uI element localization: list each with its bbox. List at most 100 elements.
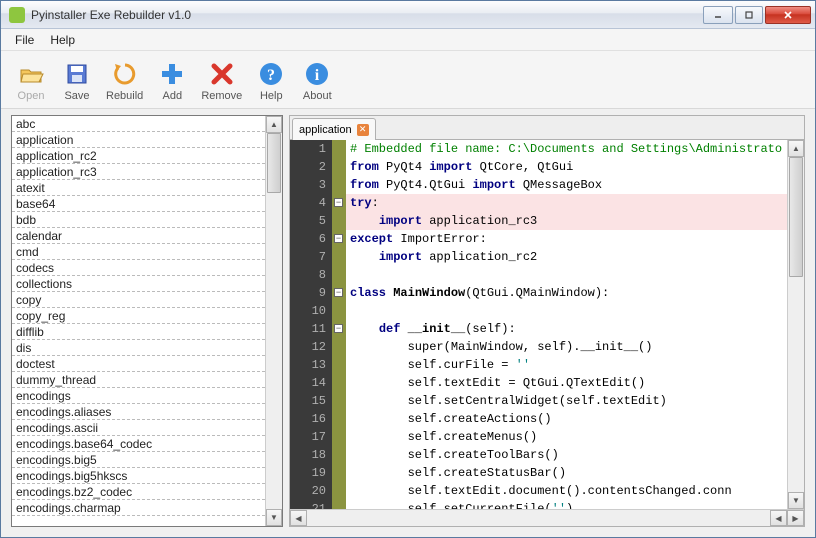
list-item[interactable]: dis <box>12 340 265 356</box>
editor-scroll-left2[interactable]: ◀ <box>770 510 787 526</box>
list-item[interactable]: encodings <box>12 388 265 404</box>
list-item[interactable]: calendar <box>12 228 265 244</box>
editor-scroll-left[interactable]: ◀ <box>290 510 307 526</box>
code-line[interactable]: # Embedded file name: C:\Documents and S… <box>346 140 787 158</box>
editor-scrollbar-h[interactable]: ◀ ◀ ▶ <box>290 509 804 526</box>
open-button: Open <box>9 55 53 105</box>
code-line[interactable]: self.createMenus() <box>346 428 787 446</box>
fold-toggle[interactable]: − <box>334 198 343 207</box>
editor-scroll-right[interactable]: ▶ <box>787 510 804 526</box>
fold-toggle[interactable]: − <box>334 324 343 333</box>
list-item[interactable]: encodings.big5 <box>12 452 265 468</box>
editor-scroll-down[interactable]: ▼ <box>788 492 804 509</box>
list-item[interactable]: application_rc3 <box>12 164 265 180</box>
editor-panel: application ✕ 12345678910111213141516171… <box>289 115 805 527</box>
remove-icon <box>208 60 236 88</box>
code-line[interactable]: class MainWindow(QtGui.QMainWindow): <box>346 284 787 302</box>
remove-button[interactable]: Remove <box>196 55 247 105</box>
svg-text:?: ? <box>267 67 275 84</box>
scroll-down-button[interactable]: ▼ <box>266 509 282 526</box>
close-button[interactable] <box>765 6 811 24</box>
save-icon <box>63 60 91 88</box>
list-item[interactable]: base64 <box>12 196 265 212</box>
module-list-body: abcapplicationapplication_rc2application… <box>12 116 282 526</box>
list-item[interactable]: encodings.ascii <box>12 420 265 436</box>
list-item[interactable]: difflib <box>12 324 265 340</box>
code-line[interactable] <box>346 266 787 284</box>
code-line[interactable]: self.setCurrentFile('') <box>346 500 787 509</box>
minimize-button[interactable] <box>703 6 733 24</box>
code-line[interactable]: except ImportError: <box>346 230 787 248</box>
open-label: Open <box>18 90 45 102</box>
code-line[interactable]: from PyQt4 import QtCore, QtGui <box>346 158 787 176</box>
fold-toggle[interactable]: − <box>334 288 343 297</box>
list-item[interactable]: application_rc2 <box>12 148 265 164</box>
code-line[interactable]: self.textEdit.document().contentsChanged… <box>346 482 787 500</box>
code-line[interactable]: self.curFile = '' <box>346 356 787 374</box>
code-line[interactable]: def __init__(self): <box>346 320 787 338</box>
scroll-thumb[interactable] <box>267 133 281 193</box>
fold-toggle[interactable]: − <box>334 234 343 243</box>
list-item[interactable]: codecs <box>12 260 265 276</box>
list-item[interactable]: copy_reg <box>12 308 265 324</box>
help-label: Help <box>260 90 283 102</box>
tab-close-icon[interactable]: ✕ <box>357 124 369 136</box>
code-line[interactable]: super(MainWindow, self).__init__() <box>346 338 787 356</box>
remove-label: Remove <box>201 90 242 102</box>
rebuild-button[interactable]: Rebuild <box>101 55 148 105</box>
code-area: 123456789101112131415161718192021 − − − − #… <box>290 140 804 509</box>
editor-scroll-track-h[interactable] <box>307 510 770 526</box>
code-line[interactable]: try: <box>346 194 787 212</box>
module-list-scrollbar[interactable]: ▲ ▼ <box>265 116 282 526</box>
add-button[interactable]: Add <box>150 55 194 105</box>
list-item[interactable]: doctest <box>12 356 265 372</box>
menubar: File Help <box>1 29 815 51</box>
tab-label: application <box>299 124 352 136</box>
module-list[interactable]: abcapplicationapplication_rc2application… <box>12 116 265 516</box>
code-line[interactable]: self.textEdit = QtGui.QTextEdit() <box>346 374 787 392</box>
code-line[interactable]: from PyQt4.QtGui import QMessageBox <box>346 176 787 194</box>
line-gutter: 123456789101112131415161718192021 <box>290 140 332 509</box>
code-text[interactable]: # Embedded file name: C:\Documents and S… <box>346 140 787 509</box>
editor-scroll-track-v[interactable] <box>788 157 804 492</box>
list-item[interactable]: bdb <box>12 212 265 228</box>
list-item[interactable]: atexit <box>12 180 265 196</box>
list-item[interactable]: encodings.base64_codec <box>12 436 265 452</box>
save-button[interactable]: Save <box>55 55 99 105</box>
list-item[interactable]: encodings.big5hkscs <box>12 468 265 484</box>
fold-column[interactable]: − − − − <box>332 140 346 509</box>
toolbar: Open Save Rebuild Add Remove? Help iAbout <box>1 51 815 109</box>
menu-help[interactable]: Help <box>42 30 83 50</box>
list-item[interactable]: encodings.aliases <box>12 404 265 420</box>
window-title: Pyinstaller Exe Rebuilder v1.0 <box>31 8 703 22</box>
code-line[interactable] <box>346 302 787 320</box>
scroll-track[interactable] <box>266 133 282 509</box>
code-line[interactable]: import application_rc3 <box>346 212 787 230</box>
rebuild-label: Rebuild <box>106 90 143 102</box>
code-line[interactable]: self.createToolBars() <box>346 446 787 464</box>
list-item[interactable]: encodings.charmap <box>12 500 265 516</box>
code-line[interactable]: self.setCentralWidget(self.textEdit) <box>346 392 787 410</box>
list-item[interactable]: cmd <box>12 244 265 260</box>
help-button[interactable]: ? Help <box>249 55 293 105</box>
app-window: Pyinstaller Exe Rebuilder v1.0 File Help… <box>0 0 816 538</box>
maximize-button[interactable] <box>735 6 763 24</box>
code-line[interactable]: import application_rc2 <box>346 248 787 266</box>
editor-scroll-thumb-v[interactable] <box>789 157 803 277</box>
editor-scroll-up[interactable]: ▲ <box>788 140 804 157</box>
editor-scrollbar-v[interactable]: ▲ ▼ <box>787 140 804 509</box>
code-line[interactable]: self.createStatusBar() <box>346 464 787 482</box>
list-item[interactable]: application <box>12 132 265 148</box>
scroll-up-button[interactable]: ▲ <box>266 116 282 133</box>
list-item[interactable]: copy <box>12 292 265 308</box>
titlebar[interactable]: Pyinstaller Exe Rebuilder v1.0 <box>1 1 815 29</box>
list-item[interactable]: abc <box>12 116 265 132</box>
tab-application[interactable]: application ✕ <box>292 118 376 140</box>
code-line[interactable]: self.createActions() <box>346 410 787 428</box>
maximize-icon <box>744 10 754 20</box>
list-item[interactable]: encodings.bz2_codec <box>12 484 265 500</box>
menu-file[interactable]: File <box>7 30 42 50</box>
list-item[interactable]: collections <box>12 276 265 292</box>
list-item[interactable]: dummy_thread <box>12 372 265 388</box>
about-button[interactable]: iAbout <box>295 55 339 105</box>
